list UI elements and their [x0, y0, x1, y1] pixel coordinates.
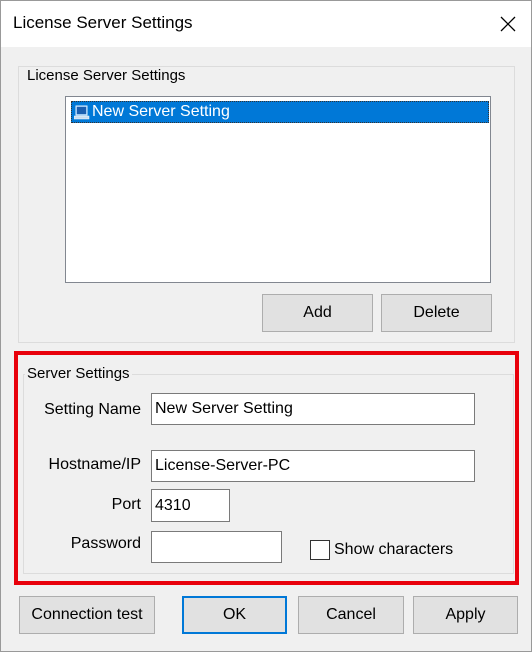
server-list[interactable]: New Server Setting	[65, 96, 491, 283]
title-bar: License Server Settings	[1, 1, 531, 47]
ok-button[interactable]: OK	[182, 596, 287, 634]
license-server-group-label: License Server Settings	[25, 67, 188, 84]
port-field[interactable]	[151, 489, 230, 522]
add-button[interactable]: Add	[262, 294, 373, 332]
window-title: License Server Settings	[13, 13, 193, 32]
delete-button[interactable]: Delete	[381, 294, 492, 332]
license-server-settings-dialog: License Server Settings License Server S…	[0, 0, 532, 652]
server-settings-group-label: Server Settings	[25, 365, 132, 382]
setting-name-label: Setting Name	[44, 401, 141, 418]
password-field[interactable]	[151, 531, 282, 563]
list-item[interactable]: New Server Setting	[71, 101, 489, 123]
show-characters-checkbox[interactable]	[310, 540, 330, 560]
close-button[interactable]	[485, 1, 531, 47]
password-label: Password	[70, 535, 141, 552]
connection-test-button[interactable]: Connection test	[19, 596, 155, 634]
show-characters-label: Show characters	[334, 541, 454, 558]
hostname-label: Hostname/IP	[48, 456, 141, 473]
port-label: Port	[111, 496, 141, 513]
close-icon	[500, 16, 516, 32]
cancel-button[interactable]: Cancel	[298, 596, 404, 634]
apply-button[interactable]: Apply	[413, 596, 518, 634]
setting-name-field[interactable]	[151, 393, 475, 425]
list-item-label: New Server Setting	[92, 103, 230, 120]
hostname-field[interactable]	[151, 450, 475, 482]
server-icon	[74, 104, 90, 120]
